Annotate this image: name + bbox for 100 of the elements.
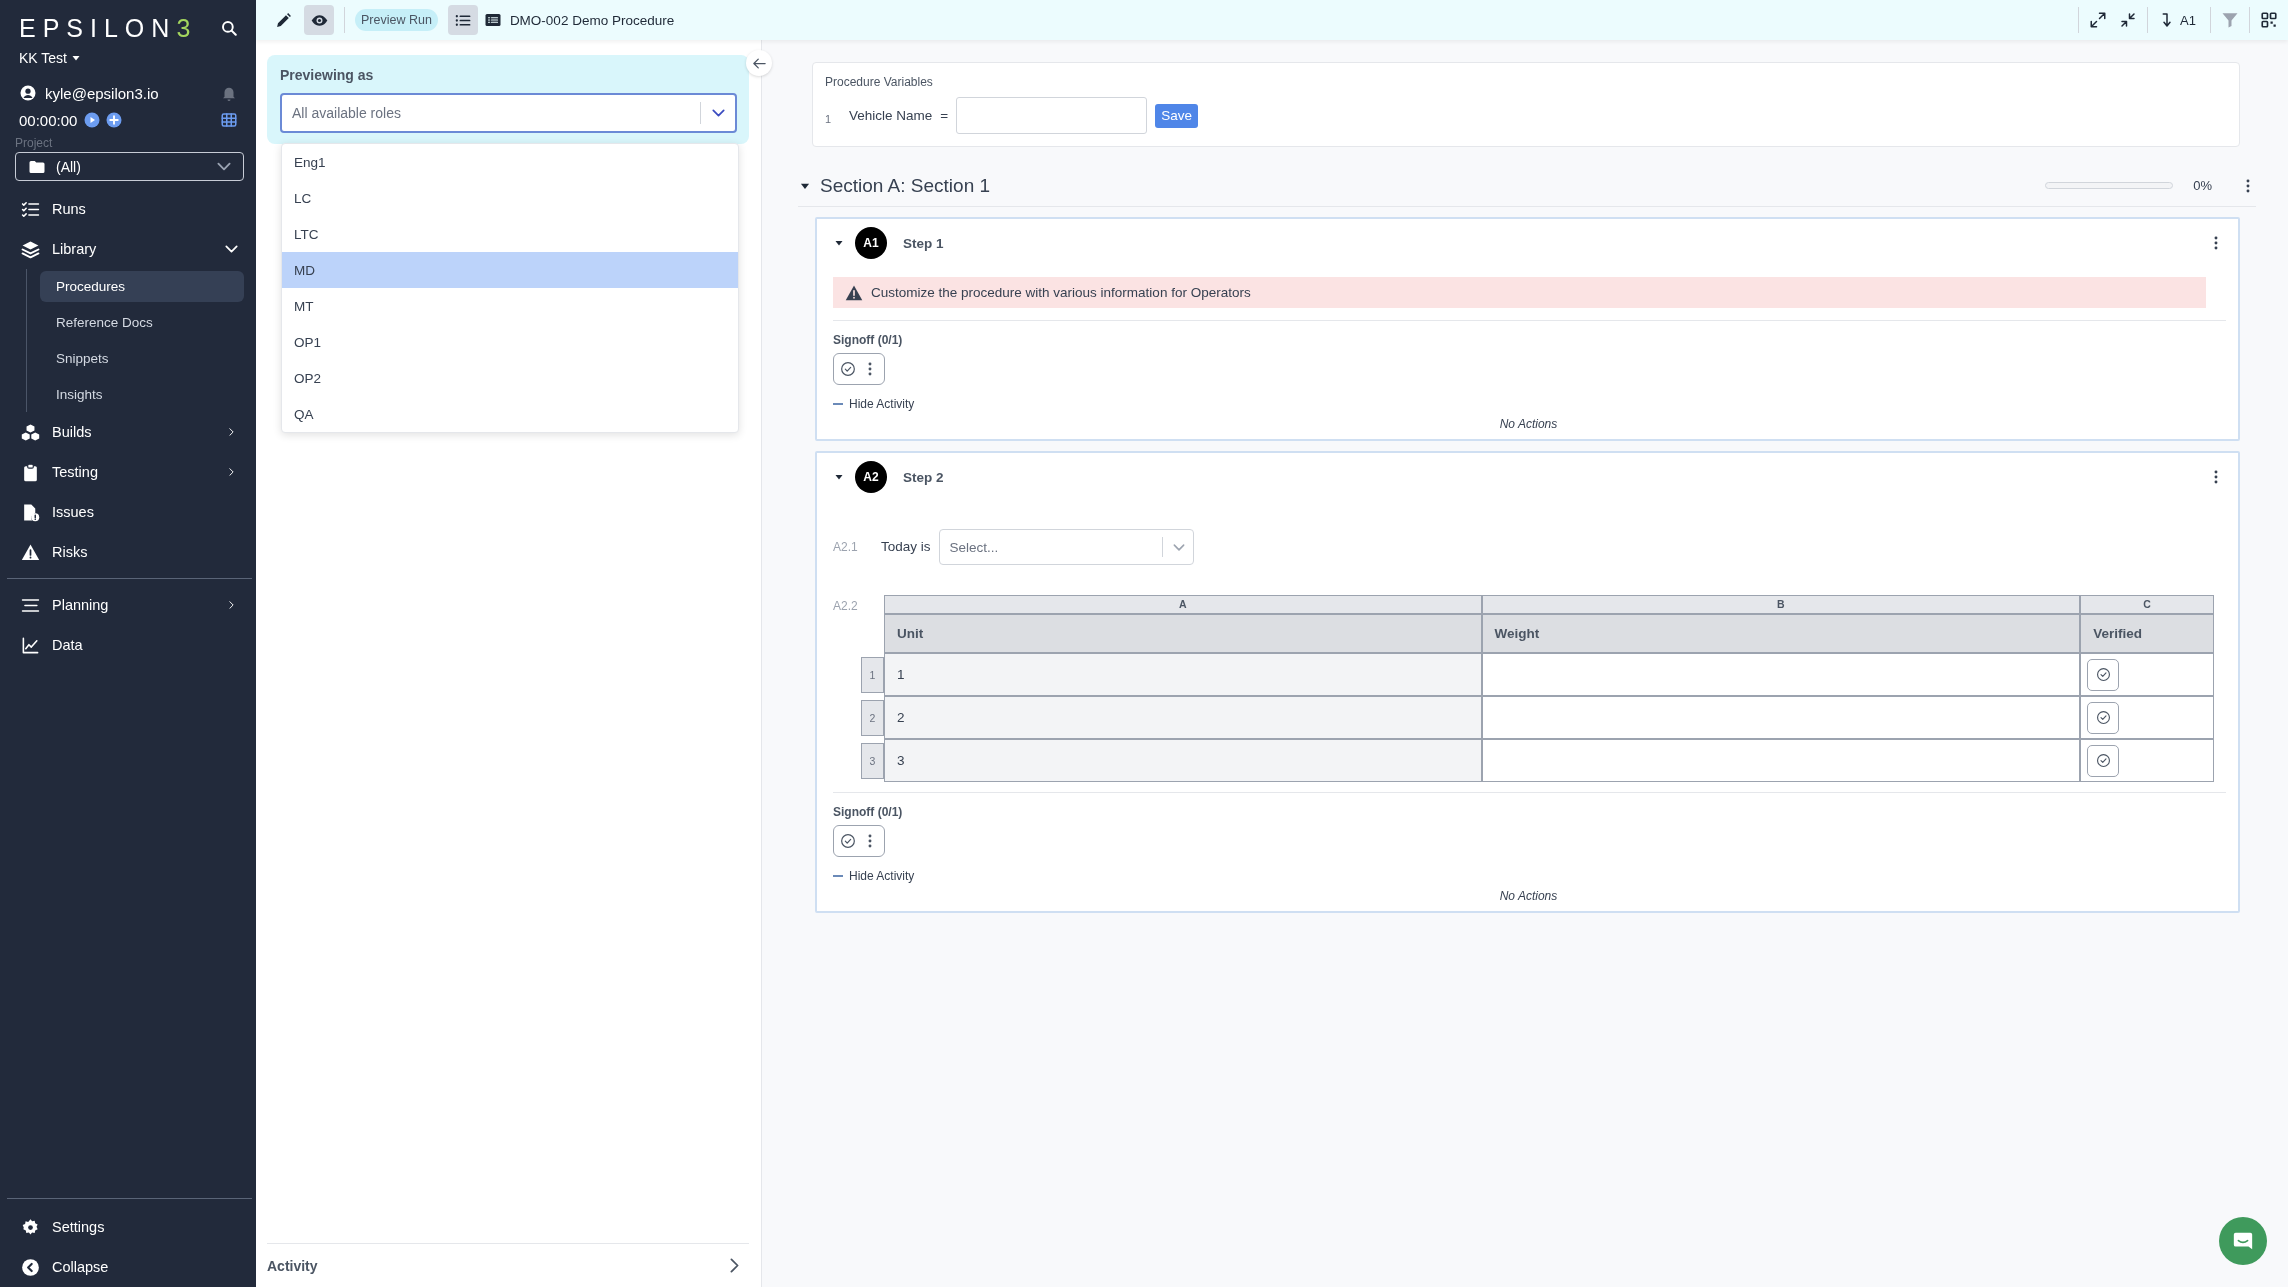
user-email: kyle@epsilon3.io <box>45 84 160 102</box>
role-select[interactable]: All available roles <box>280 93 737 133</box>
input-cell[interactable] <box>1481 739 2081 782</box>
signoff-button[interactable] <box>2087 744 2120 777</box>
step-title: Step 2 <box>903 469 945 485</box>
column-header: Verified <box>2080 614 2214 653</box>
plus-icon[interactable] <box>105 111 124 129</box>
dropdown-option[interactable]: OP1 <box>282 324 738 360</box>
signoff-label: Signoff (0/1) <box>833 805 904 819</box>
clipboard-icon <box>21 462 40 482</box>
step-badge: A2 <box>855 461 887 493</box>
logo: EPSILON 3 <box>19 13 198 43</box>
dropdown-option[interactable]: MD <box>282 252 738 288</box>
table-cell: 2 <box>884 696 1482 739</box>
nav-subitem[interactable]: Procedures <box>40 271 244 302</box>
outline-button[interactable] <box>447 5 478 35</box>
hide-activity-toggle[interactable]: Hide Activity <box>833 869 915 883</box>
section-title: Section A: Section 1 <box>820 174 992 197</box>
layers-icon <box>21 239 40 259</box>
row-number: 1 <box>861 656 884 693</box>
workspace-switcher[interactable]: KK Test <box>19 50 244 66</box>
signoff-button[interactable] <box>833 353 885 385</box>
chevron-down-icon <box>217 162 231 171</box>
chat-icon <box>2232 1230 2254 1252</box>
nav-item[interactable]: Builds <box>15 412 244 452</box>
nav-item[interactable]: Settings <box>15 1207 244 1247</box>
settings-icon <box>21 1217 40 1237</box>
dropdown-option[interactable]: LC <box>282 180 738 216</box>
check-circle-icon <box>2095 667 2111 682</box>
check-circle-icon <box>840 361 856 377</box>
warning-icon <box>845 283 863 302</box>
nav-item[interactable]: Collapse <box>15 1247 244 1287</box>
calendar-icon[interactable] <box>220 111 238 129</box>
preview-heading: Previewing as <box>280 67 375 83</box>
signoff-button[interactable] <box>2087 658 2120 691</box>
check-circle-icon <box>840 833 856 849</box>
chevron-right-icon <box>730 1258 739 1273</box>
project-select[interactable]: (All) <box>15 152 244 181</box>
dropdown-option[interactable]: LTC <box>282 216 738 252</box>
grid-view-icon[interactable] <box>2260 11 2278 29</box>
text-input[interactable] <box>956 97 1148 134</box>
signoff-label: Signoff (0/1) <box>833 333 904 347</box>
hide-activity-toggle[interactable]: Hide Activity <box>833 397 915 411</box>
step-badge: A1 <box>855 227 887 259</box>
search-icon[interactable] <box>220 19 238 37</box>
nav-subitem[interactable]: Snippets <box>40 343 244 374</box>
variables-title: Procedure Variables <box>825 75 934 89</box>
user-icon <box>19 84 37 102</box>
variable-name: Vehicle Name <box>849 108 933 123</box>
column-letter: C <box>2080 595 2214 614</box>
jump-target[interactable]: A1 <box>2180 12 2196 28</box>
chevron-down-icon <box>712 109 725 117</box>
input-cell[interactable] <box>1481 696 2081 739</box>
nav-item[interactable]: Library <box>15 229 244 269</box>
nav-item[interactable]: Risks <box>15 532 244 572</box>
nav-item[interactable]: Testing <box>15 452 244 492</box>
progress-percent: 0% <box>2193 178 2212 193</box>
select-field[interactable]: Select... <box>938 529 1194 565</box>
chevron-down-icon[interactable] <box>225 245 238 253</box>
dropdown-option[interactable]: OP2 <box>282 360 738 396</box>
collapse-all-icon[interactable] <box>2119 11 2138 29</box>
project-label: Project <box>15 136 54 150</box>
save-button[interactable]: Save <box>1155 103 1198 128</box>
nav-subitem[interactable]: Insights <box>40 379 244 410</box>
nav-subitem[interactable]: Reference Docs <box>40 307 244 338</box>
dropdown-option[interactable]: Eng1 <box>282 144 738 180</box>
empty-activity-text: No Actions <box>1498 417 1559 431</box>
checklist-icon <box>21 199 40 219</box>
mode-button[interactable] <box>304 5 334 35</box>
column-letter: B <box>1481 595 2081 614</box>
dropdown-option[interactable]: MT <box>282 288 738 324</box>
nav-item[interactable]: Data <box>15 625 244 665</box>
chevron-down-icon <box>1172 543 1185 551</box>
line-chart-icon <box>21 635 40 655</box>
warning-icon <box>21 542 40 562</box>
warning-text: Customize the procedure with various information for Operators <box>871 285 1251 300</box>
empty-activity-text: No Actions <box>1498 889 1559 903</box>
nav-item[interactable]: Runs <box>15 189 244 229</box>
item-index: A2.1 <box>833 540 859 554</box>
play-icon[interactable] <box>83 111 102 129</box>
nav-item[interactable]: Issues <box>15 492 244 532</box>
activity-button[interactable]: Activity <box>267 1243 749 1287</box>
line-number: 1 <box>825 112 833 125</box>
column-letter: A <box>884 595 1482 614</box>
step-title: Step 1 <box>903 235 945 251</box>
check-circle-icon <box>2095 710 2111 725</box>
nav-item[interactable]: Planning <box>15 585 244 625</box>
input-cell[interactable] <box>1481 653 2081 696</box>
document-icon <box>483 11 502 29</box>
item-index: A2.2 <box>833 598 859 613</box>
signoff-button[interactable] <box>833 825 885 857</box>
signoff-button[interactable] <box>2087 701 2120 734</box>
chevron-left-circle-icon <box>21 1257 40 1277</box>
arrow-left-icon <box>751 55 767 71</box>
row-number: 3 <box>861 742 884 779</box>
field-label: Today is <box>881 538 931 554</box>
check-circle-icon <box>2095 753 2111 768</box>
expand-icon[interactable] <box>2089 11 2108 29</box>
timer: 00:00:00 <box>19 111 78 129</box>
dropdown-option[interactable]: QA <box>282 396 738 432</box>
